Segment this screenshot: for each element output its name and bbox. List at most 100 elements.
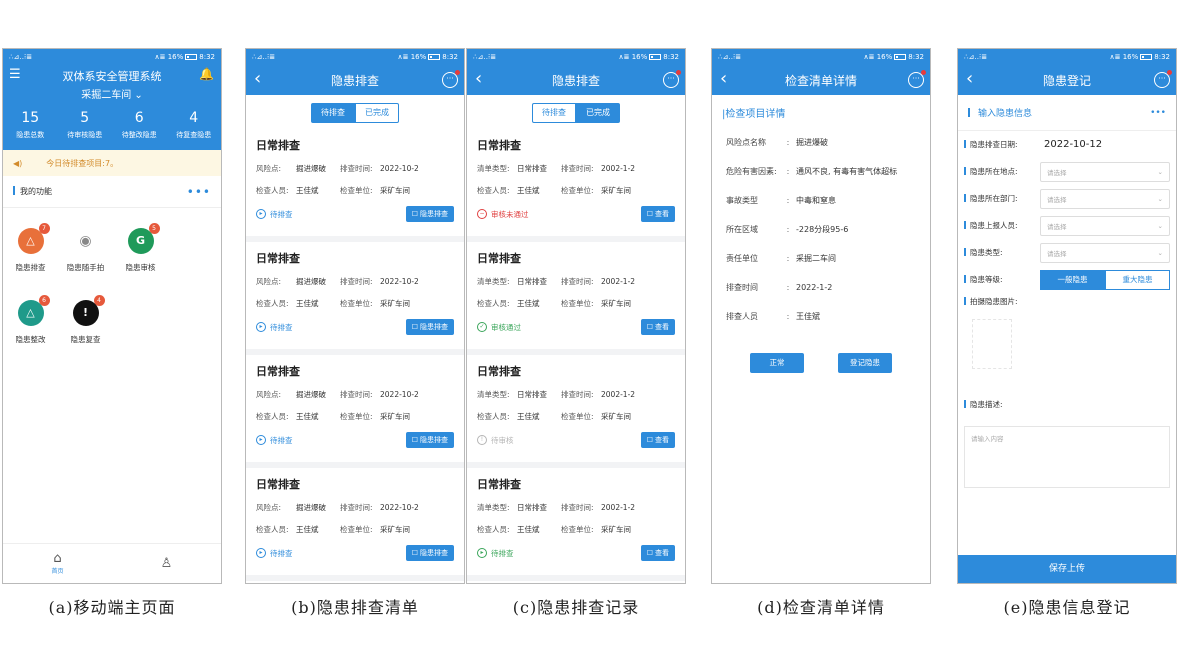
- record-card[interactable]: 日常排查 清单类型: 日常排查 排查时间: 2002-1-2 检查人员: 王佳斌 检查单位: 采…: [467, 129, 685, 242]
- status-badge: ▸ 待排查: [477, 548, 514, 559]
- record-card[interactable]: 日常排查 风险点: 掘进爆破 排查时间: 2022-10-2 检查人员: 王佳斌 检查单位: 采…: [246, 129, 464, 242]
- card-title: 日常排查: [256, 365, 300, 378]
- detail-value: 2022-1-2: [796, 283, 833, 292]
- home-icon: ⌂: [53, 551, 62, 566]
- function-item[interactable]: ! 4 隐患复查: [58, 294, 113, 366]
- stat-item[interactable]: 6 待整改隐患: [112, 109, 166, 140]
- select-dropdown[interactable]: 请选择 ⌄: [1040, 188, 1170, 209]
- battery-text: ∧≣ 16%: [863, 53, 893, 61]
- function-item[interactable]: ◉ 隐患随手拍: [58, 222, 113, 294]
- message-icon[interactable]: ···: [1154, 70, 1172, 88]
- view-button[interactable]: 查看: [640, 319, 675, 335]
- tab-home[interactable]: ⌂ 首页: [38, 551, 78, 576]
- stat-item[interactable]: 4 待复查隐患: [167, 109, 221, 140]
- record-card[interactable]: 日常排查 风险点: 掘进爆破 排查时间: 2022-10-2 检查人员: 王佳斌 检查单位: 采…: [246, 468, 464, 581]
- card-footer: −审核未通过 查看: [477, 201, 675, 227]
- section-label: 输入隐患信息: [968, 106, 1032, 119]
- message-icon[interactable]: ···: [663, 70, 681, 88]
- record-card[interactable]: 日常排查 风险点: 掘进爆破 排查时间: 2022-10-2 检查人员: 王佳斌 检查单位: 采…: [246, 242, 464, 355]
- card-row: 检查人员: 王佳斌 检查单位: 采矿车间: [256, 518, 454, 540]
- screen-hazard-register: ∴⊿‥⁝≣ ∧≣ 16% 8:32 ‹ 隐患登记 ··· 输入隐患信息 ••• 隐…: [957, 48, 1177, 584]
- stat-value: 6: [134, 110, 144, 126]
- more-icon[interactable]: •••: [187, 185, 211, 199]
- description-input[interactable]: 请输入内容: [964, 426, 1170, 488]
- functions-grid: △ 7 隐患排查 ◉ 隐患随手拍 G 5 隐患审核 △ 6 隐患整改 ! 4 隐患复查: [3, 208, 221, 366]
- view-button[interactable]: 查看: [640, 545, 675, 561]
- workshop-label: 采掘二车间: [81, 90, 132, 101]
- more-icon[interactable]: •••: [1150, 108, 1166, 118]
- tab-profile[interactable]: ♙: [147, 555, 187, 571]
- workshop-selector[interactable]: 采掘二车间 ⌄: [3, 87, 221, 105]
- bell-icon[interactable]: 🔔: [199, 67, 214, 81]
- status-bar: ∴⊿‥⁝≣ ∧≣ 16% 8:32: [3, 49, 221, 65]
- select-dropdown[interactable]: 请选择 ⌄: [1040, 161, 1170, 182]
- photo-field: 拍摄隐患图片:: [958, 293, 1176, 309]
- function-item[interactable]: △ 7 隐患排查: [3, 222, 58, 294]
- record-card[interactable]: 日常排查 清单类型: 日常排查 排查时间: 2002-1-2 检查人员: 王佳斌 检查单位: 采…: [467, 468, 685, 581]
- select-placeholder: 请选择: [1047, 195, 1067, 204]
- screen-inspection-list: ∴⊿‥⁝≣ ∧≣ 16% 8:32 ‹ 隐患排查 ··· 待排查 已完成 日常排查…: [245, 48, 465, 584]
- notice-bar[interactable]: ◀) 今日待排查项目:7。: [3, 150, 221, 176]
- view-button[interactable]: 查看: [640, 206, 675, 222]
- function-item[interactable]: △ 6 隐患整改: [3, 294, 58, 366]
- battery-text: ∧≣ 16%: [1109, 53, 1139, 61]
- card-row: 检查人员: 王佳斌 检查单位: 采矿车间: [477, 179, 675, 201]
- view-button[interactable]: 查看: [640, 432, 675, 448]
- select-dropdown[interactable]: 请选择 ⌄: [1040, 242, 1170, 263]
- field-key: 排查时间:: [561, 276, 594, 286]
- save-upload-button[interactable]: 保存上传: [958, 555, 1176, 583]
- clock: 8:32: [663, 53, 679, 61]
- message-icon[interactable]: ···: [908, 70, 926, 88]
- colon: :: [786, 196, 790, 205]
- inspect-button[interactable]: 隐患排查: [405, 432, 454, 448]
- tab-label: 首页: [51, 568, 64, 575]
- detail-row: 事故类型: 中毒和窒息: [712, 186, 930, 215]
- card-row: 风险点: 掘进爆破 排查时间: 2022-10-2: [256, 496, 454, 518]
- count-badge: 7: [38, 223, 50, 234]
- back-icon[interactable]: ‹: [475, 69, 482, 89]
- user-icon: ♙: [160, 555, 173, 571]
- tab-pending[interactable]: 待排查: [532, 103, 576, 123]
- field-key: 排查时间:: [561, 163, 594, 173]
- section-title: |检查项目详情: [722, 109, 786, 120]
- inspect-button[interactable]: 隐患排查: [405, 545, 454, 561]
- level-major-button[interactable]: 重大隐患: [1105, 269, 1170, 290]
- field-value: 采矿车间: [601, 411, 631, 421]
- field-key: 检查人员:: [477, 185, 510, 195]
- back-icon[interactable]: ‹: [966, 69, 973, 89]
- inspect-button[interactable]: 隐患排查: [405, 319, 454, 335]
- stat-item[interactable]: 5 待审核隐患: [58, 109, 112, 140]
- record-card[interactable]: 日常排查 风险点: 掘进爆破 排查时间: 2022-10-2 检查人员: 王佳斌 检查单位: 采…: [246, 355, 464, 468]
- select-label: 隐患上报人员:: [964, 220, 1040, 231]
- message-icon[interactable]: ···: [442, 70, 460, 88]
- normal-button[interactable]: 正常: [750, 353, 804, 373]
- detail-key: 排查人员: [726, 312, 758, 321]
- level-general-button[interactable]: 一般隐患: [1040, 269, 1105, 290]
- inspect-button[interactable]: 隐患排查: [405, 206, 454, 222]
- register-hazard-button[interactable]: 登记隐患: [838, 353, 892, 373]
- clock: 8:32: [1154, 53, 1170, 61]
- clock: 8:32: [199, 53, 215, 61]
- stat-item[interactable]: 15 隐患总数: [3, 109, 57, 140]
- tab-pending[interactable]: 待排查: [311, 103, 355, 123]
- count-badge: 6: [38, 295, 50, 306]
- tab-completed[interactable]: 已完成: [576, 103, 620, 123]
- tab-completed[interactable]: 已完成: [355, 103, 399, 123]
- status-icon: −: [477, 209, 487, 219]
- card-row: 检查人员: 王佳斌 检查单位: 采矿车间: [256, 179, 454, 201]
- back-icon[interactable]: ‹: [720, 69, 727, 89]
- select-dropdown[interactable]: 请选择 ⌄: [1040, 215, 1170, 236]
- field-key: 检查单位:: [340, 524, 373, 534]
- back-icon[interactable]: ‹: [254, 69, 261, 89]
- status-icon: ▸: [256, 209, 266, 219]
- field-value: 王佳斌: [517, 185, 540, 195]
- stat-label: 待复查隐患: [176, 131, 212, 139]
- photo-upload[interactable]: [972, 319, 1012, 369]
- menu-icon[interactable]: ☰: [9, 67, 21, 82]
- detail-key: 责任单位: [726, 254, 758, 263]
- date-field[interactable]: 隐患排查日期: 2022-10-12: [958, 131, 1176, 158]
- record-card[interactable]: 日常排查 清单类型: 日常排查 排查时间: 2002-1-2 检查人员: 王佳斌 检查单位: 采…: [467, 355, 685, 468]
- record-card[interactable]: 日常排查 清单类型: 日常排查 排查时间: 2002-1-2 检查人员: 王佳斌 检查单位: 采…: [467, 242, 685, 355]
- function-item[interactable]: G 5 隐患审核: [113, 222, 168, 294]
- signal-icon: ∴⊿‥⁝≣: [252, 53, 276, 61]
